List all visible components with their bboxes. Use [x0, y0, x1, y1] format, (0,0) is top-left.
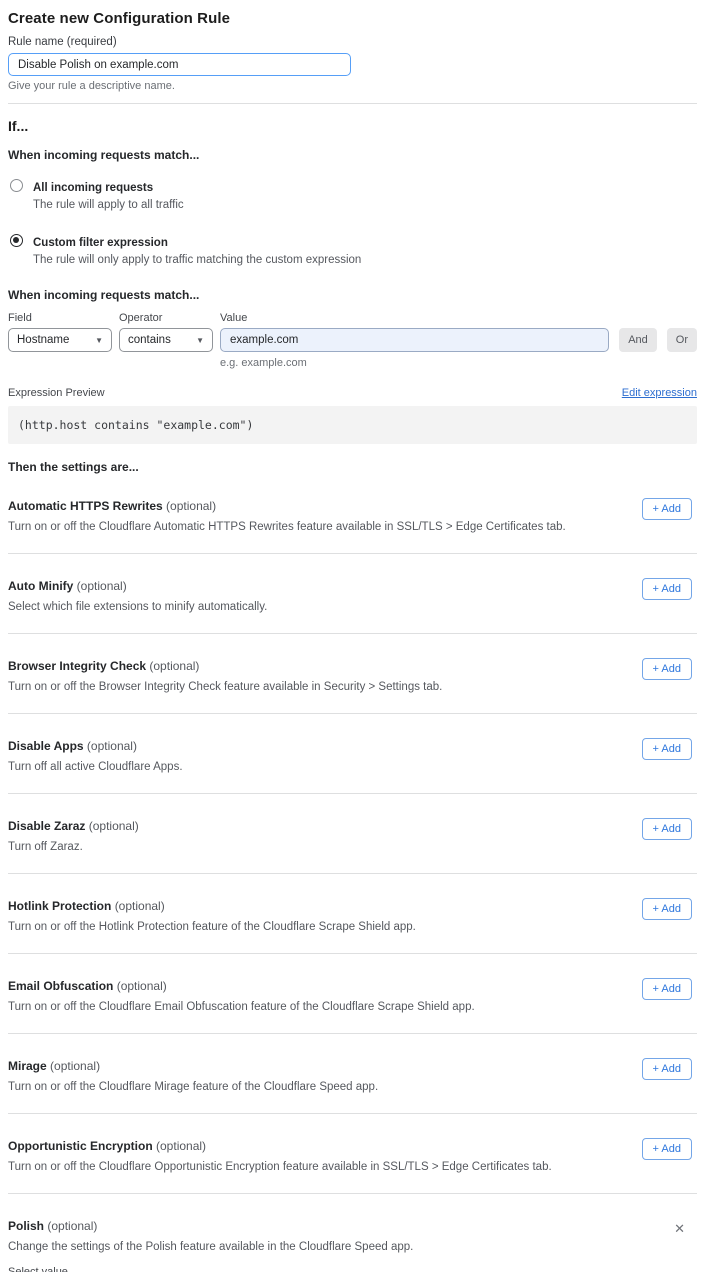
- setting-description: Turn on or off the Hotlink Protection fe…: [8, 920, 697, 934]
- radio-option-custom-filter-expression[interactable]: Custom filter expression The rule will o…: [8, 233, 697, 267]
- setting-row: Mirage (optional) Turn on or off the Clo…: [8, 1034, 697, 1114]
- create-configuration-rule-page: Create new Configuration Rule Rule name …: [0, 0, 705, 1272]
- add-setting-button[interactable]: + Add: [642, 978, 692, 1000]
- setting-title: Opportunistic Encryption: [8, 1139, 153, 1153]
- request-match-radio-group: All incoming requests The rule will appl…: [8, 178, 697, 267]
- setting-row: Browser Integrity Check (optional) Turn …: [8, 634, 697, 714]
- radio-option-label: Custom filter expression: [33, 237, 168, 249]
- radio-option-label: All incoming requests: [33, 182, 153, 194]
- setting-title: Email Obfuscation: [8, 979, 113, 993]
- chevron-down-icon: ▼: [95, 336, 103, 345]
- radio-selected-icon[interactable]: [10, 234, 23, 247]
- add-setting-button[interactable]: + Add: [642, 738, 692, 760]
- optional-tag: (optional): [117, 979, 167, 993]
- setting-row-polish: ✕ Polish (optional) Change the settings …: [8, 1194, 697, 1272]
- operator-select[interactable]: contains ▼: [119, 328, 213, 352]
- setting-description: Select which file extensions to minify a…: [8, 600, 697, 614]
- setting-title: Polish: [8, 1219, 44, 1233]
- value-input[interactable]: [220, 328, 609, 352]
- setting-description: Turn on or off the Cloudflare Automatic …: [8, 520, 697, 534]
- edit-expression-link[interactable]: Edit expression: [622, 387, 697, 399]
- optional-tag: (optional): [47, 1219, 97, 1233]
- rule-name-label: Rule name (required): [8, 36, 697, 48]
- optional-tag: (optional): [89, 819, 139, 833]
- radio-option-all-incoming-requests[interactable]: All incoming requests The rule will appl…: [8, 178, 697, 212]
- setting-row: Disable Zaraz (optional) Turn off Zaraz.…: [8, 794, 697, 874]
- add-setting-button[interactable]: + Add: [642, 498, 692, 520]
- expression-preview-label: Expression Preview: [8, 387, 105, 399]
- radio-unselected-icon[interactable]: [10, 179, 23, 192]
- setting-title: Mirage: [8, 1059, 47, 1073]
- setting-row: Opportunistic Encryption (optional) Turn…: [8, 1114, 697, 1194]
- setting-title: Hotlink Protection: [8, 899, 111, 913]
- optional-tag: (optional): [50, 1059, 100, 1073]
- field-label: Field: [8, 312, 112, 325]
- setting-description: Turn on or off the Cloudflare Email Obfu…: [8, 1000, 697, 1014]
- field-select[interactable]: Hostname ▼: [8, 328, 112, 352]
- optional-tag: (optional): [87, 739, 137, 753]
- incoming-requests-match-heading: When incoming requests match...: [8, 148, 697, 162]
- add-setting-button[interactable]: + Add: [642, 658, 692, 680]
- chevron-down-icon: ▼: [196, 336, 204, 345]
- radio-option-description: The rule will apply to all traffic: [33, 198, 184, 212]
- add-setting-button[interactable]: + Add: [642, 1138, 692, 1160]
- setting-description: Turn on or off the Cloudflare Opportunis…: [8, 1160, 697, 1174]
- setting-title: Browser Integrity Check: [8, 659, 146, 673]
- value-hint: e.g. example.com: [220, 357, 609, 369]
- setting-row: Disable Apps (optional) Turn off all act…: [8, 714, 697, 794]
- section-divider: [8, 103, 697, 104]
- setting-row: Email Obfuscation (optional) Turn on or …: [8, 954, 697, 1034]
- setting-title: Disable Apps: [8, 739, 84, 753]
- setting-row: Automatic HTTPS Rewrites (optional) Turn…: [8, 474, 697, 554]
- setting-title: Disable Zaraz: [8, 819, 85, 833]
- add-setting-button[interactable]: + Add: [642, 818, 692, 840]
- optional-tag: (optional): [115, 899, 165, 913]
- setting-title: Automatic HTTPS Rewrites: [8, 499, 163, 513]
- settings-list: Automatic HTTPS Rewrites (optional) Turn…: [8, 474, 697, 1194]
- setting-row: Hotlink Protection (optional) Turn on or…: [8, 874, 697, 954]
- radio-option-description: The rule will only apply to traffic matc…: [33, 253, 361, 267]
- expression-preview-box: (http.host contains "example.com"): [8, 406, 697, 444]
- expression-builder-heading: When incoming requests match...: [8, 288, 697, 302]
- rule-name-help: Give your rule a descriptive name.: [8, 80, 697, 92]
- optional-tag: (optional): [149, 659, 199, 673]
- field-select-value: Hostname: [17, 334, 69, 346]
- setting-description: Change the settings of the Polish featur…: [8, 1240, 697, 1254]
- expression-builder-row: Field Hostname ▼ Operator contains ▼ Val…: [8, 312, 697, 369]
- close-icon[interactable]: ✕: [674, 1222, 685, 1235]
- setting-description: Turn on or off the Cloudflare Mirage fea…: [8, 1080, 697, 1094]
- or-button[interactable]: Or: [667, 328, 697, 352]
- optional-tag: (optional): [156, 1139, 206, 1153]
- add-setting-button[interactable]: + Add: [642, 1058, 692, 1080]
- setting-description: Turn on or off the Browser Integrity Che…: [8, 680, 697, 694]
- rule-name-input[interactable]: [8, 53, 351, 76]
- optional-tag: (optional): [77, 579, 127, 593]
- setting-description: Turn off all active Cloudflare Apps.: [8, 760, 697, 774]
- optional-tag: (optional): [166, 499, 216, 513]
- and-button[interactable]: And: [619, 328, 657, 352]
- then-settings-heading: Then the settings are...: [8, 460, 697, 474]
- page-title: Create new Configuration Rule: [8, 10, 697, 27]
- value-label: Value: [220, 312, 609, 325]
- select-value-label: Select value: [8, 1266, 697, 1272]
- operator-select-value: contains: [128, 334, 171, 346]
- setting-row: Auto Minify (optional) Select which file…: [8, 554, 697, 634]
- add-setting-button[interactable]: + Add: [642, 898, 692, 920]
- if-heading: If...: [8, 118, 697, 134]
- setting-description: Turn off Zaraz.: [8, 840, 697, 854]
- operator-label: Operator: [119, 312, 213, 325]
- add-setting-button[interactable]: + Add: [642, 578, 692, 600]
- setting-title: Auto Minify: [8, 579, 73, 593]
